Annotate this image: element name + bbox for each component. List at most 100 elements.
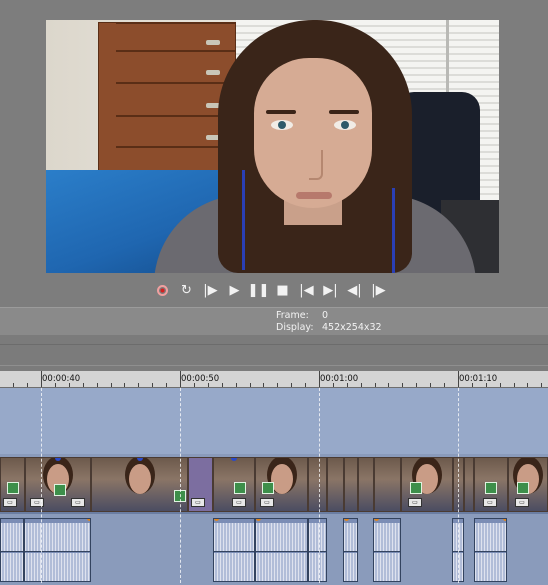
play-from-start-button[interactable]: |▶	[201, 281, 220, 300]
crop-icon[interactable]	[7, 482, 19, 494]
fade-handle[interactable]	[256, 519, 261, 521]
timeline-tracks[interactable]: ▭ ▭ ▭ ▭ ▭ ▭ ▭ ▭ ▭	[0, 388, 548, 585]
preview-eye	[271, 120, 293, 130]
play-button[interactable]: ▶	[225, 281, 244, 300]
ruler-tick	[13, 383, 14, 387]
ruler-tick	[250, 383, 251, 387]
video-clip[interactable]	[358, 457, 374, 512]
preview-knob	[206, 40, 220, 45]
video-clip[interactable]: ▭	[255, 457, 308, 512]
crop-icon[interactable]	[54, 484, 66, 496]
ruler-label: 00:00:40	[42, 374, 81, 384]
ruler-tick	[111, 383, 112, 387]
clip-thumbnail	[345, 458, 357, 511]
ruler-tick	[375, 383, 376, 387]
crop-icon[interactable]	[410, 482, 422, 494]
preview-lips	[296, 192, 332, 199]
fade-handle[interactable]	[214, 519, 219, 521]
video-clip[interactable]: ▭	[401, 457, 453, 512]
event-fx-icon[interactable]: ▭	[515, 498, 529, 507]
audio-clip[interactable]	[308, 518, 327, 582]
audio-track[interactable]	[0, 512, 548, 585]
video-clip[interactable]: ▭	[0, 457, 25, 512]
video-clip-selected[interactable]: ▭	[188, 457, 213, 512]
fade-handle[interactable]	[87, 519, 90, 521]
preview-face	[254, 58, 372, 208]
audio-waveform	[1, 553, 23, 581]
frame-info: Frame: 0	[276, 310, 328, 321]
next-frame-button[interactable]: |▶	[369, 281, 388, 300]
previous-frame-icon: ◀|	[347, 282, 362, 298]
crop-icon[interactable]	[517, 482, 529, 494]
video-track[interactable]: ▭ ▭ ▭ ▭ ▭ ▭ ▭ ▭ ▭	[0, 454, 548, 512]
video-clip[interactable]	[308, 457, 327, 512]
audio-waveform	[214, 553, 254, 581]
audio-clip[interactable]	[373, 518, 401, 582]
audio-waveform	[475, 553, 506, 581]
video-clip[interactable]: ▭ ▭	[25, 457, 91, 512]
ruler-tick	[541, 383, 542, 387]
ruler-label: 00:01:10	[459, 374, 498, 384]
play-from-start-icon: |▶	[203, 282, 218, 298]
stop-button[interactable]: ■	[273, 281, 292, 300]
pause-button[interactable]: ❚❚	[248, 281, 270, 300]
splitter-line	[0, 365, 548, 366]
crop-icon[interactable]	[485, 482, 497, 494]
timeline-ruler[interactable]: 00:00:40 00:00:50 00:01:00 00:01:10	[0, 371, 548, 388]
fade-handle[interactable]	[374, 519, 379, 521]
display-info: Display: 452x254x32	[276, 322, 382, 333]
panel-splitter[interactable]	[0, 335, 548, 371]
video-clip[interactable]	[464, 457, 474, 512]
preview-nose	[309, 150, 323, 180]
video-clip[interactable]	[344, 457, 358, 512]
preview-drawer	[116, 22, 236, 51]
empty-track-area[interactable]	[0, 388, 548, 455]
previous-frame-button[interactable]: ◀|	[345, 281, 364, 300]
frame-label: Frame:	[276, 310, 309, 321]
go-to-end-button[interactable]: ▶|	[321, 281, 340, 300]
video-clip[interactable]	[374, 457, 401, 512]
audio-clip[interactable]	[255, 518, 308, 582]
record-button[interactable]	[153, 281, 172, 300]
loop-playback-button[interactable]: ↻	[177, 281, 196, 300]
fade-handle[interactable]	[503, 519, 506, 521]
fade-handle[interactable]	[344, 519, 349, 521]
ruler-label: 00:00:50	[181, 374, 220, 384]
ruler-tick	[166, 383, 167, 387]
event-fx-icon[interactable]: ▭	[3, 498, 17, 507]
ruler-tick	[458, 371, 459, 387]
audio-clip[interactable]	[24, 518, 91, 582]
event-fx-icon[interactable]: ▭	[483, 498, 497, 507]
ruler-tick	[180, 371, 181, 387]
event-fx-icon[interactable]: ▭	[71, 498, 85, 507]
crop-icon[interactable]	[234, 482, 246, 494]
transport-controls: ↻ |▶ ▶ ❚❚ ■ |◀ ▶| ◀| |▶	[153, 280, 388, 300]
event-fx-icon[interactable]: ▭	[232, 498, 246, 507]
event-fx-icon[interactable]: ▭	[408, 498, 422, 507]
audio-waveform	[309, 553, 326, 581]
video-clip[interactable]	[327, 457, 344, 512]
video-clip[interactable]: ▭	[508, 457, 548, 512]
ruler-tick	[27, 383, 28, 387]
fade-handle[interactable]	[136, 458, 143, 461]
audio-clip[interactable]	[0, 518, 24, 582]
audio-clip[interactable]	[343, 518, 358, 582]
ruler-tick	[333, 383, 334, 387]
event-fx-icon[interactable]: ▭	[260, 498, 274, 507]
audio-clip-divider	[475, 551, 506, 552]
audio-waveform	[344, 553, 357, 581]
audio-clip[interactable]	[213, 518, 255, 582]
ruler-tick	[208, 383, 209, 387]
audio-waveform	[344, 523, 357, 551]
ruler-tick	[388, 383, 389, 387]
video-clip[interactable]: ▭	[474, 457, 508, 512]
ruler-tick	[527, 383, 528, 387]
video-clip[interactable]	[91, 457, 188, 512]
video-clip[interactable]: ▭	[213, 457, 255, 512]
audio-waveform	[25, 523, 90, 551]
crop-icon[interactable]	[262, 482, 274, 494]
event-fx-icon[interactable]: ▭	[191, 498, 205, 507]
go-to-start-button[interactable]: |◀	[297, 281, 316, 300]
audio-clip[interactable]	[474, 518, 507, 582]
marker-line	[458, 388, 460, 583]
